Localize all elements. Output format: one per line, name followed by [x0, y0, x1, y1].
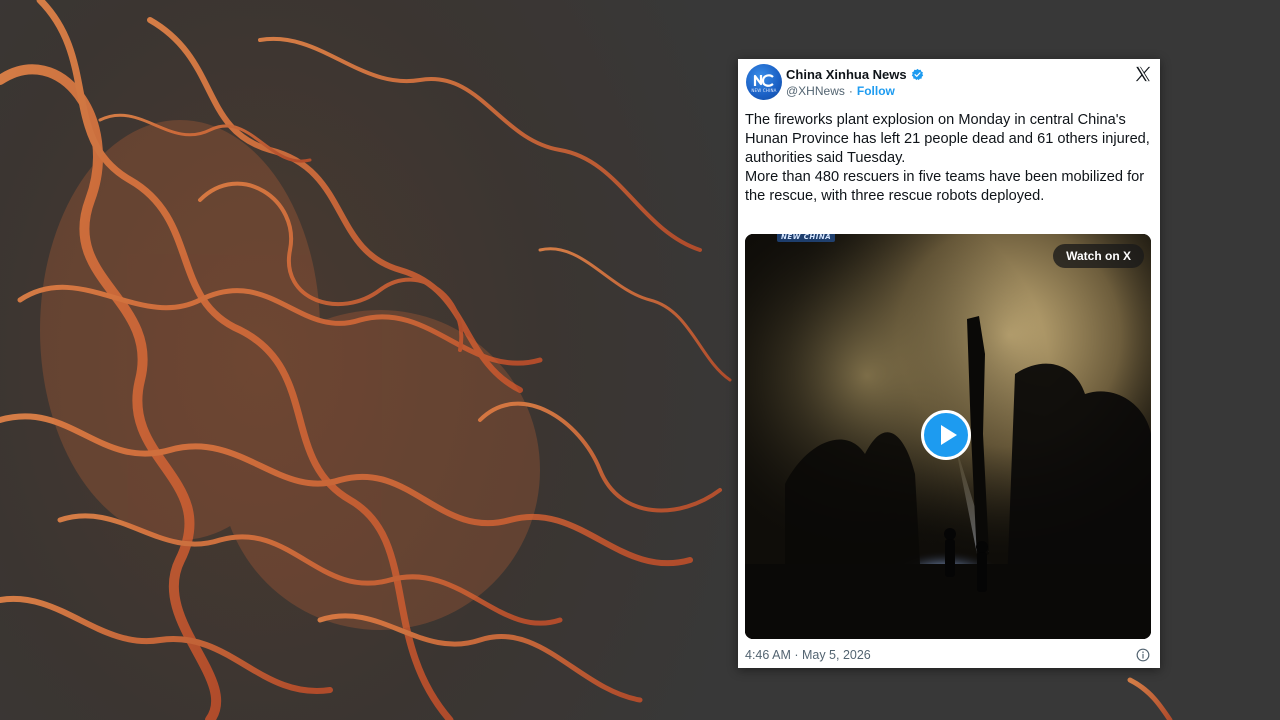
display-name[interactable]: China Xinhua News: [786, 67, 907, 82]
background: NEW CHINA China Xinhua News @XHNews · Fo…: [0, 0, 1280, 720]
play-button[interactable]: [921, 410, 971, 460]
follow-button[interactable]: Follow: [857, 84, 895, 98]
tweet-text: The fireworks plant explosion on Monday …: [745, 112, 1150, 204]
xinhua-logo-icon: [753, 74, 774, 87]
timestamp[interactable]: 4:46 AM · May 5, 2026: [745, 648, 871, 662]
name-row: China Xinhua News: [786, 67, 924, 82]
video-watermark: NEW CHINA: [777, 234, 836, 242]
separator: ·: [848, 84, 853, 98]
video-player[interactable]: NEW CHINA Watch on X: [745, 234, 1151, 639]
avatar-text: NEW CHINA: [751, 88, 777, 93]
info-icon[interactable]: [1136, 648, 1150, 662]
watch-on-x-button[interactable]: Watch on X: [1053, 244, 1144, 268]
x-logo-icon[interactable]: [1134, 65, 1152, 83]
handle-row: @XHNews · Follow: [786, 84, 895, 98]
handle[interactable]: @XHNews: [786, 84, 845, 98]
avatar[interactable]: NEW CHINA: [746, 64, 782, 100]
verified-badge-icon: [911, 68, 923, 81]
tweet-card: NEW CHINA China Xinhua News @XHNews · Fo…: [738, 59, 1160, 668]
play-icon: [941, 425, 957, 445]
